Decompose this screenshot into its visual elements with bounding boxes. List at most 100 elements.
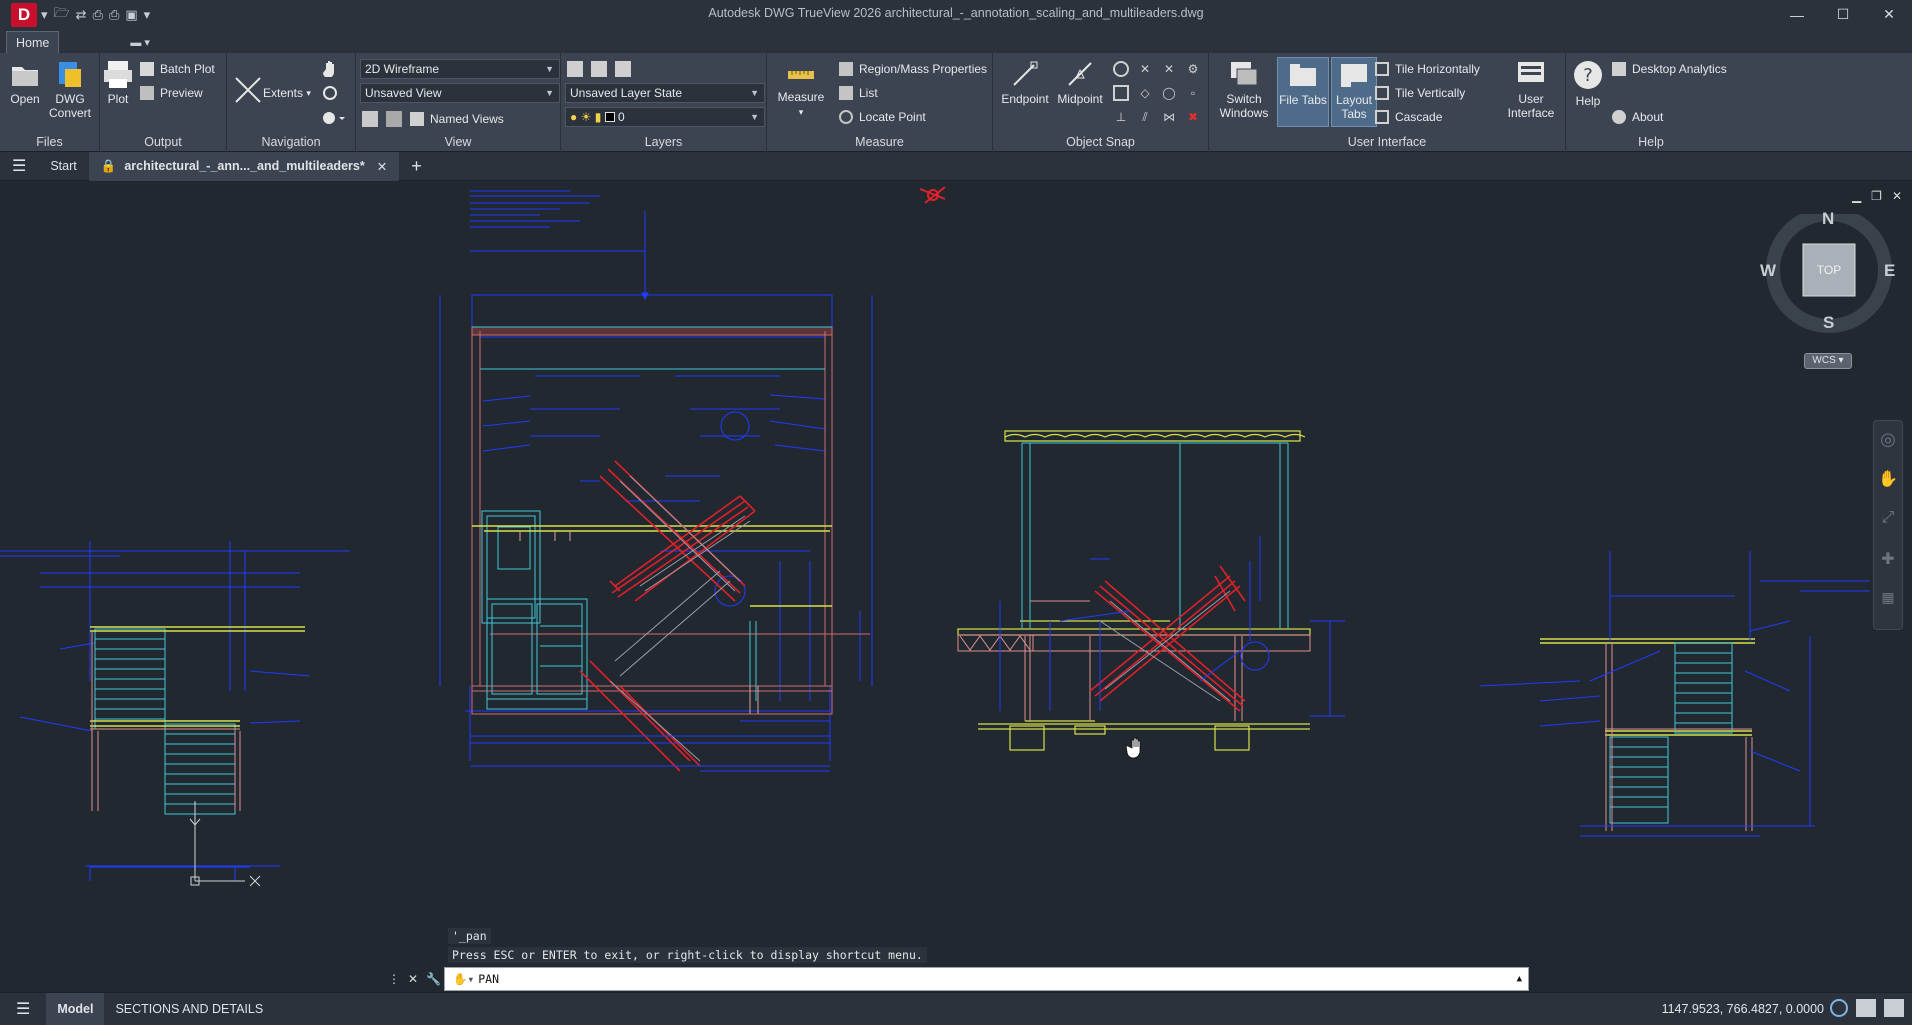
- viewcube[interactable]: N S E W TOP WCS ▾: [1760, 207, 1895, 374]
- layer-tools-row: [567, 61, 631, 77]
- compass-north-label[interactable]: N: [1822, 209, 1834, 229]
- named-views-icon: [410, 112, 424, 126]
- isolate-objects-icon[interactable]: [1830, 999, 1848, 1017]
- app-logo-icon[interactable]: D: [11, 2, 37, 27]
- desktop-analytics-button[interactable]: Desktop Analytics: [1612, 59, 1727, 79]
- tab-home[interactable]: Home: [6, 31, 60, 53]
- tangent-snap-icon[interactable]: ◯: [1161, 85, 1177, 101]
- perpendicular-snap-icon[interactable]: ⊥: [1113, 109, 1129, 125]
- tab-model[interactable]: Model: [46, 992, 105, 1025]
- batch-plot-button[interactable]: Batch Plot: [140, 59, 215, 79]
- layer-isolate-icon[interactable]: [591, 61, 607, 77]
- tab-menu-hamburger-icon[interactable]: ☰: [0, 152, 38, 181]
- command-input[interactable]: ✋▾ PAN ▲: [444, 967, 1529, 991]
- nearest-snap-icon[interactable]: ⋈: [1161, 109, 1177, 125]
- command-history-expand-icon[interactable]: ▲: [1517, 974, 1522, 984]
- layout-tabs-toggle[interactable]: Layout Tabs: [1331, 57, 1377, 127]
- tile-vertically-button[interactable]: Tile Vertically: [1375, 83, 1465, 103]
- batch-plot-icon[interactable]: ⎙: [109, 7, 119, 23]
- layout-menu-hamburger-icon[interactable]: ☰: [0, 993, 46, 1025]
- measure-button[interactable]: Measure ▾: [773, 63, 829, 119]
- view-cube-toggle-icon[interactable]: [386, 111, 402, 127]
- steering-wheel-nav-icon[interactable]: ◎: [1874, 429, 1902, 469]
- viewport-restore-icon[interactable]: ❐: [1871, 189, 1882, 203]
- zoom-nav-icon[interactable]: ⤢: [1874, 509, 1902, 549]
- preview-icon[interactable]: ▣: [125, 7, 137, 23]
- drawing-canvas[interactable]: ▁ ❐ ✕ N S E W TOP WCS ▾ ◎ ✋ ⤢ ✚ ▦: [0, 181, 1912, 992]
- user-interface-button[interactable]: User Interface: [1501, 59, 1561, 120]
- compass-west-label[interactable]: W: [1760, 261, 1776, 281]
- panel-help: ? Help Desktop Analytics About Help: [1566, 53, 1736, 152]
- tab-start[interactable]: Start: [38, 152, 88, 181]
- apparent-intersection-icon[interactable]: ✕: [1161, 61, 1177, 77]
- file-tabs-toggle[interactable]: File Tabs: [1277, 57, 1329, 127]
- tile-vertically-icon: [1375, 86, 1389, 100]
- close-tab-icon[interactable]: ✕: [377, 159, 387, 174]
- ribbon-display-toggle-icon[interactable]: ▬ ▾: [121, 31, 159, 53]
- extents-button[interactable]: Extents ▾: [263, 83, 311, 103]
- visual-style-dropdown[interactable]: 2D Wireframe ▼: [360, 59, 560, 79]
- viewcube-top-face[interactable]: TOP: [1803, 263, 1855, 277]
- open-button[interactable]: Open: [6, 59, 44, 106]
- pan-nav-icon[interactable]: ✋: [1874, 469, 1902, 509]
- insertion-snap-icon[interactable]: ▫: [1185, 85, 1201, 101]
- saved-view-dropdown[interactable]: Unsaved View ▼: [360, 83, 560, 103]
- snap-settings-icon[interactable]: ⚙: [1185, 61, 1201, 77]
- wcs-menu-button[interactable]: WCS ▾: [1804, 353, 1852, 369]
- plot-icon[interactable]: ⎙: [93, 7, 103, 23]
- steering-wheel-icon[interactable]: [321, 109, 347, 127]
- list-button[interactable]: List: [839, 83, 878, 103]
- maximize-icon[interactable]: ☐: [1820, 0, 1866, 29]
- plot-button[interactable]: Plot: [100, 59, 136, 106]
- named-views-button[interactable]: Named Views: [410, 109, 504, 129]
- right-stair-detail: [1479, 551, 1870, 837]
- about-button[interactable]: About: [1612, 107, 1663, 127]
- close-icon[interactable]: ✕: [1866, 0, 1912, 29]
- midpoint-snap-button[interactable]: Midpoint: [1053, 59, 1107, 106]
- minimize-icon[interactable]: —: [1774, 0, 1820, 29]
- dwg-convert-icon[interactable]: ⇄: [76, 7, 87, 23]
- help-button[interactable]: ? Help: [1570, 59, 1606, 108]
- viewport-close-icon[interactable]: ✕: [1892, 189, 1902, 203]
- view-manager-icon[interactable]: [362, 111, 378, 127]
- endpoint-snap-button[interactable]: Endpoint: [999, 59, 1051, 106]
- center-snap-icon[interactable]: [1113, 61, 1129, 77]
- switch-windows-button[interactable]: Switch Windows: [1215, 59, 1273, 120]
- cascade-button[interactable]: Cascade: [1375, 107, 1442, 127]
- drawing-viewport[interactable]: [0, 181, 1912, 992]
- dwg-convert-button[interactable]: DWG Convert: [46, 59, 94, 120]
- showmotion-nav-icon[interactable]: ▦: [1874, 589, 1902, 619]
- qat-customize-icon[interactable]: ▾: [144, 7, 151, 23]
- current-layer-dropdown[interactable]: ● ☀ ▮ 0 ▼: [565, 107, 765, 127]
- layer-unisolate-icon[interactable]: [615, 61, 631, 77]
- preview-button[interactable]: Preview: [140, 83, 203, 103]
- layer-properties-icon[interactable]: [567, 61, 583, 77]
- orbit-icon[interactable]: [321, 84, 339, 102]
- parallel-snap-icon[interactable]: ⫽: [1137, 109, 1153, 125]
- pan-hand-icon[interactable]: [321, 59, 339, 77]
- open-folder-icon[interactable]: 🗁: [54, 4, 70, 26]
- compass-south-label[interactable]: S: [1823, 313, 1834, 333]
- intersection-snap-icon[interactable]: ✕: [1137, 61, 1153, 77]
- new-tab-plus-icon[interactable]: +: [399, 152, 434, 181]
- quadrant-snap-icon[interactable]: ◇: [1137, 85, 1153, 101]
- tab-sections-and-details[interactable]: SECTIONS AND DETAILS: [104, 993, 274, 1025]
- region-mass-properties-button[interactable]: Region/Mass Properties: [839, 59, 987, 79]
- node-snap-icon[interactable]: [1113, 85, 1129, 101]
- layer-state-dropdown[interactable]: Unsaved Layer State ▼: [565, 83, 765, 103]
- pan-command-icon: ✋▾: [453, 972, 475, 986]
- hardware-acceleration-icon[interactable]: [1856, 999, 1876, 1017]
- compass-east-label[interactable]: E: [1884, 261, 1895, 281]
- close-command-icon[interactable]: ✕: [408, 972, 418, 986]
- orbit-nav-icon[interactable]: ✚: [1874, 549, 1902, 589]
- viewport-minimize-icon[interactable]: ▁: [1852, 189, 1861, 203]
- stair-flight-right: [1089, 565, 1246, 712]
- tab-current-drawing[interactable]: 🔒 architectural_-_ann..._and_multileader…: [88, 151, 400, 181]
- customize-wrench-icon[interactable]: 🔧: [426, 972, 441, 986]
- clear-snaps-icon[interactable]: ✖: [1185, 109, 1201, 125]
- customization-icon[interactable]: [1884, 999, 1904, 1017]
- app-menu-chevron-icon[interactable]: ▾: [41, 7, 48, 23]
- drag-handle-icon[interactable]: ⋮: [388, 972, 400, 986]
- tile-horizontally-button[interactable]: Tile Horizontally: [1375, 59, 1480, 79]
- locate-point-button[interactable]: Locate Point: [839, 107, 926, 127]
